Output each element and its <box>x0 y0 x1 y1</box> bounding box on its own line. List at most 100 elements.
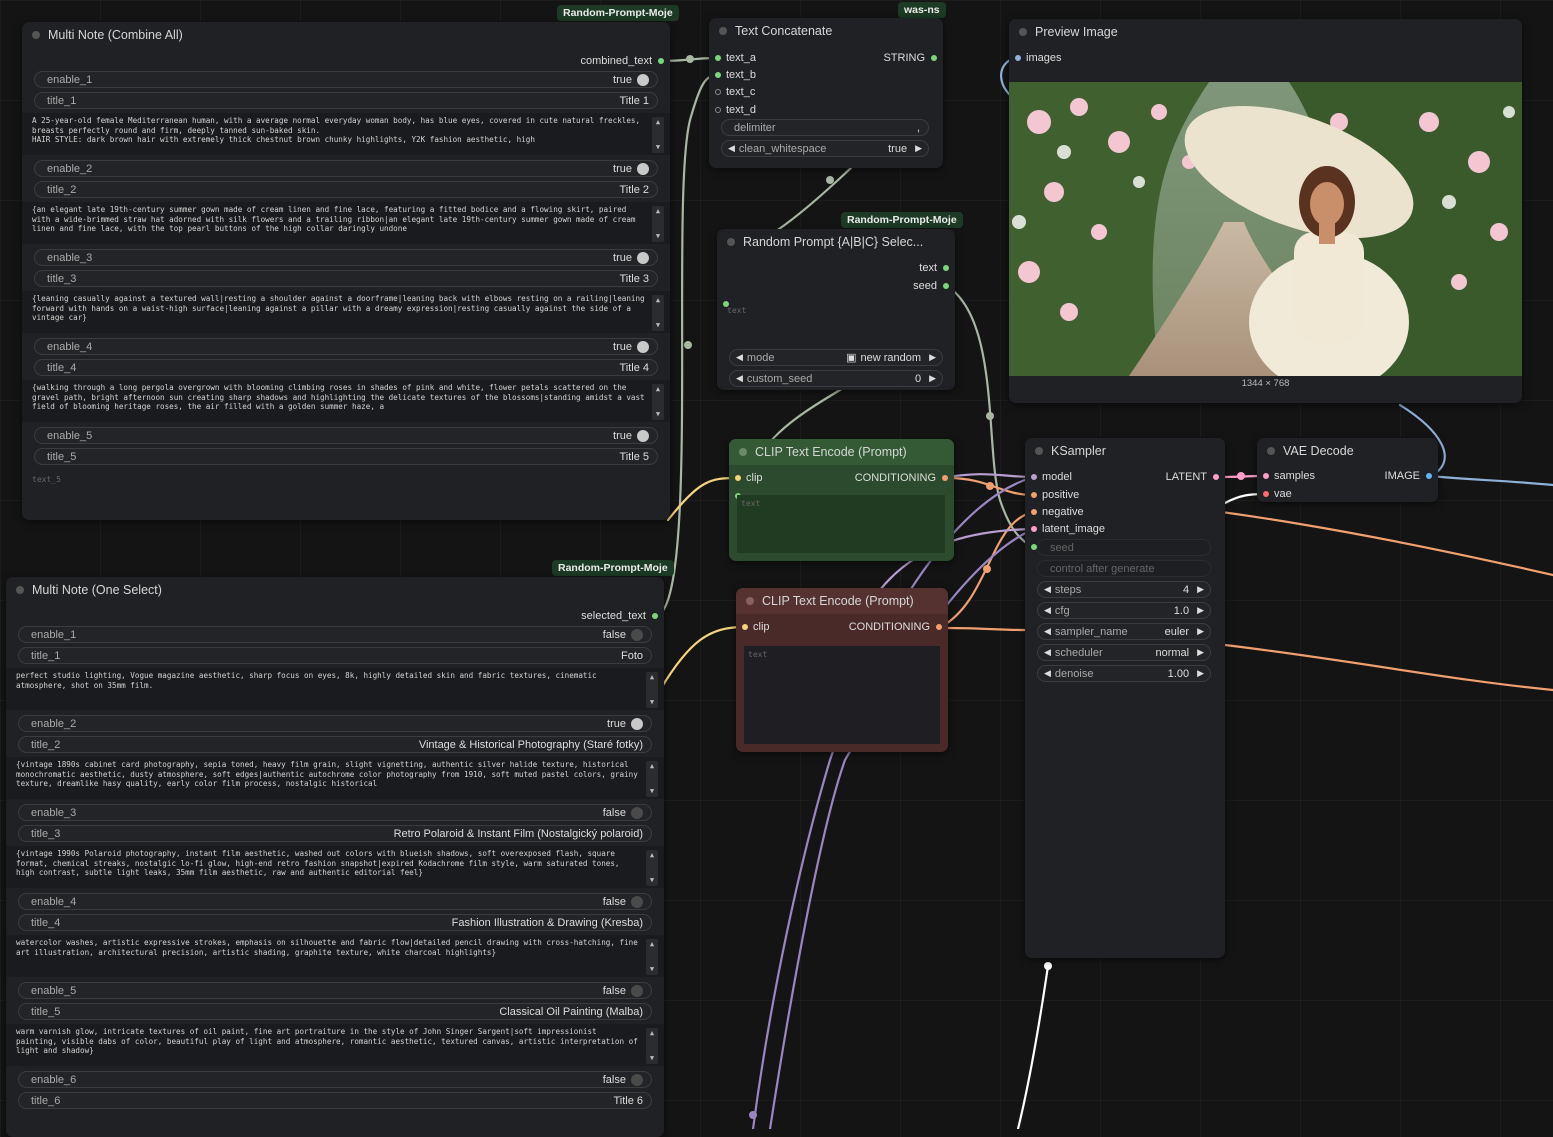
node-header[interactable]: Text Concatenate <box>709 18 943 44</box>
arrow-left-icon[interactable]: ◀ <box>1044 605 1051 616</box>
title-field-3[interactable]: title_3 Title 3 <box>34 270 658 287</box>
scroll-up-icon[interactable]: ▲ <box>650 673 654 683</box>
prompt-textarea[interactable]: text <box>744 646 940 744</box>
note-textarea-1[interactable]: perfect studio lighting, Vogue magazine … <box>6 668 664 710</box>
arrow-left-icon[interactable]: ◀ <box>736 373 743 384</box>
output-text[interactable]: text <box>919 260 955 276</box>
output-conditioning[interactable]: CONDITIONING <box>849 619 948 635</box>
enable-toggle-3[interactable]: enable_3 true <box>34 249 658 266</box>
enable-toggle-2[interactable]: enable_2 true <box>34 160 658 177</box>
input-clip[interactable]: clip <box>736 619 770 635</box>
note-textarea-2[interactable]: {an elegant late 19th-century summer gow… <box>22 202 670 244</box>
enable-toggle-5[interactable]: enable_5 false <box>18 982 652 999</box>
enable-toggle-6[interactable]: enable_6 false <box>18 1071 652 1088</box>
title-field-3[interactable]: title_3 Retro Polaroid & Instant Film (N… <box>18 825 652 842</box>
scrollbar[interactable]: ▲ ▼ <box>646 939 658 975</box>
scroll-up-icon[interactable]: ▲ <box>656 296 660 306</box>
input-negative[interactable]: negative <box>1025 504 1084 520</box>
enable-toggle-4[interactable]: enable_4 false <box>18 893 652 910</box>
scroll-up-icon[interactable]: ▲ <box>650 940 654 950</box>
preview-image[interactable] <box>1009 82 1522 376</box>
text-concatenate-node[interactable]: Text Concatenate text_a text_b text_c te… <box>709 18 943 168</box>
scroll-down-icon[interactable]: ▼ <box>650 876 654 886</box>
toggle-knob-icon[interactable] <box>631 1073 643 1086</box>
collapse-dot-icon[interactable] <box>1035 447 1043 455</box>
input-pin-icon[interactable] <box>1031 526 1037 532</box>
scroll-down-icon[interactable]: ▼ <box>656 143 660 153</box>
enable-toggle-1[interactable]: enable_1 true <box>34 71 658 88</box>
input-positive[interactable]: positive <box>1025 487 1079 503</box>
toggle-knob-icon[interactable] <box>631 717 643 730</box>
scrollbar[interactable]: ▲ ▼ <box>646 850 658 886</box>
random-prompt-node[interactable]: Random Prompt {A|B|C} Selec... text seed… <box>717 229 955 390</box>
output-combined-text[interactable]: combined_text <box>580 53 670 69</box>
toggle-knob-icon[interactable] <box>637 340 649 353</box>
reroute-dot[interactable] <box>1237 472 1245 480</box>
arrow-left-icon[interactable]: ◀ <box>1044 668 1051 679</box>
note-textarea-4[interactable]: {walking through a long pergola overgrow… <box>22 380 670 422</box>
scroll-up-icon[interactable]: ▲ <box>656 118 660 128</box>
title-field-1[interactable]: title_1 Foto <box>18 647 652 664</box>
title-field-2[interactable]: title_2 Vintage & Historical Photography… <box>18 736 652 753</box>
input-pin-icon[interactable] <box>1015 55 1021 61</box>
toggle-knob-icon[interactable] <box>631 984 643 997</box>
multi-note-combine-all-node[interactable]: Multi Note (Combine All) combined_text e… <box>22 22 670 520</box>
collapse-dot-icon[interactable] <box>719 27 727 35</box>
note-textarea-2[interactable]: {vintage 1890s cabinet card photography,… <box>6 757 664 799</box>
input-samples[interactable]: samples <box>1257 468 1315 484</box>
output-selected-text[interactable]: selected_text <box>581 608 664 624</box>
node-header[interactable]: KSampler <box>1025 438 1225 464</box>
prompt-textarea[interactable]: text <box>737 495 945 553</box>
scrollbar[interactable]: ▲ ▼ <box>646 1028 658 1064</box>
output-pin-icon[interactable] <box>943 283 949 289</box>
arrow-left-icon[interactable]: ◀ <box>1044 647 1051 658</box>
node-header[interactable]: CLIP Text Encode (Prompt) <box>736 588 948 614</box>
reroute-dot[interactable] <box>684 341 692 349</box>
title-field-4[interactable]: title_4 Fashion Illustration & Drawing (… <box>18 914 652 931</box>
arrow-left-icon[interactable]: ◀ <box>728 143 735 154</box>
scrollbar[interactable]: ▲ ▼ <box>652 117 664 153</box>
input-pin-icon[interactable] <box>1263 473 1269 479</box>
node-header[interactable]: Multi Note (Combine All) <box>22 22 670 48</box>
ksampler-node[interactable]: KSampler model positive negative latent_… <box>1025 438 1225 958</box>
scrollbar[interactable]: ▲ ▼ <box>652 384 664 420</box>
note-textarea-3[interactable]: {leaning casually against a textured wal… <box>22 291 670 333</box>
node-header[interactable]: Multi Note (One Select) <box>6 577 664 603</box>
preview-image-node[interactable]: Preview Image images 1344 × 768 <box>1009 19 1522 403</box>
reroute-dot[interactable] <box>749 1111 757 1119</box>
input-pin-icon[interactable] <box>715 72 721 78</box>
reroute-dot[interactable] <box>983 565 991 573</box>
collapse-dot-icon[interactable] <box>739 448 747 456</box>
arrow-right-icon[interactable]: ▶ <box>1197 647 1204 658</box>
input-text-d[interactable]: text_d <box>709 102 756 118</box>
enable-toggle-4[interactable]: enable_4 true <box>34 338 658 355</box>
text-placeholder[interactable]: text_5 <box>32 475 61 484</box>
input-pin-icon[interactable] <box>715 89 721 95</box>
input-pin-icon[interactable] <box>1031 492 1037 498</box>
arrow-right-icon[interactable]: ▶ <box>1197 626 1204 637</box>
reroute-dot[interactable] <box>986 412 994 420</box>
title-field-5[interactable]: title_5 Classical Oil Painting (Malba) <box>18 1003 652 1020</box>
reroute-dot[interactable] <box>826 176 834 184</box>
input-pin-icon[interactable] <box>1031 474 1037 480</box>
input-vae[interactable]: vae <box>1257 486 1292 502</box>
title-field-1[interactable]: title_1 Title 1 <box>34 92 658 109</box>
arrow-right-icon[interactable]: ▶ <box>1197 605 1204 616</box>
scroll-down-icon[interactable]: ▼ <box>656 232 660 242</box>
vae-decode-node[interactable]: VAE Decode samples vae IMAGE <box>1257 438 1438 502</box>
collapse-dot-icon[interactable] <box>1267 447 1275 455</box>
scrollbar[interactable]: ▲ ▼ <box>646 761 658 797</box>
output-conditioning[interactable]: CONDITIONING <box>855 470 954 486</box>
input-images[interactable]: images <box>1009 50 1061 66</box>
collapse-dot-icon[interactable] <box>16 586 24 594</box>
scroll-up-icon[interactable]: ▲ <box>656 385 660 395</box>
output-string[interactable]: STRING <box>883 50 943 66</box>
arrow-right-icon[interactable]: ▶ <box>929 373 936 384</box>
note-textarea-3[interactable]: {vintage 1990s Polaroid photography, ins… <box>6 846 664 888</box>
reroute-dot[interactable] <box>1044 962 1052 970</box>
scroll-up-icon[interactable]: ▲ <box>650 762 654 772</box>
enable-toggle-2[interactable]: enable_2 true <box>18 715 652 732</box>
text-placeholder[interactable]: text <box>727 306 746 315</box>
output-seed[interactable]: seed <box>913 278 955 294</box>
toggle-knob-icon[interactable] <box>631 895 643 908</box>
